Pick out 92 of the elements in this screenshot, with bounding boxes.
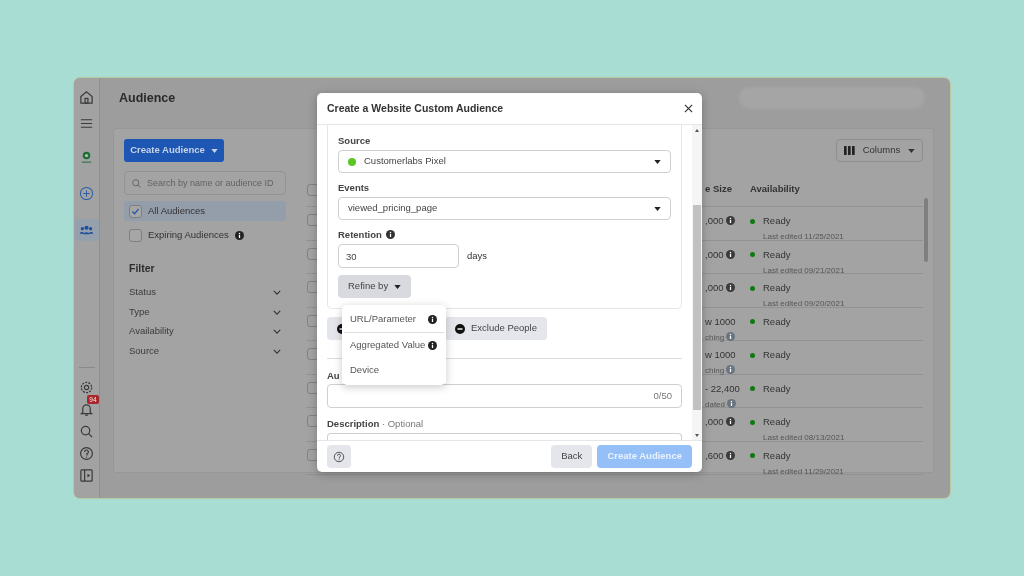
status-dot-icon <box>750 353 755 358</box>
help-icon <box>79 445 94 461</box>
scrollbar[interactable] <box>692 125 702 440</box>
column-header: e Size <box>705 182 733 197</box>
chevron-icon <box>273 290 281 295</box>
caret-icon <box>654 159 661 164</box>
close-icon <box>684 104 693 113</box>
field-label: Retention <box>338 229 382 240</box>
filter-dropdown[interactable]: Availability <box>124 321 286 342</box>
page-title: Audience <box>119 91 176 105</box>
close-button[interactable] <box>684 104 693 113</box>
table-cell: ching <box>705 366 725 376</box>
minus-circle-icon <box>455 323 465 334</box>
last-edited-text: Last edited 08/13/2021 <box>763 432 846 445</box>
table-cell: w 1000 <box>705 315 736 327</box>
help-button[interactable] <box>327 445 351 468</box>
table-cell: w 1000 <box>705 349 736 360</box>
status-dot-icon <box>750 453 755 459</box>
column-header: Availability <box>750 182 801 197</box>
table-cell: ,600 <box>705 449 724 461</box>
search-icon <box>79 423 94 439</box>
last-edited-text: Last edited 09/20/2021 <box>763 298 846 311</box>
menu-item[interactable]: Aggregated Value <box>342 333 446 358</box>
audience-filter-item[interactable]: Expiring Audiences <box>124 225 286 245</box>
columns-icon <box>844 146 855 155</box>
status-text: Ready <box>763 349 791 360</box>
table-cell: ,000 <box>705 215 724 226</box>
filter-dropdown[interactable]: Source <box>124 341 286 361</box>
field-label: Events <box>338 182 371 193</box>
status-text: Ready <box>763 248 791 260</box>
status-dot-icon <box>750 219 755 224</box>
status-dot-icon <box>348 157 356 166</box>
filter-dropdown[interactable]: Type <box>124 302 286 322</box>
status-dot-icon <box>750 386 755 392</box>
status-text: Ready <box>763 282 791 293</box>
refine-button[interactable]: Refine by <box>338 275 412 298</box>
unit-label: days <box>467 248 488 263</box>
chevron-icon <box>273 309 281 315</box>
bell-icon <box>79 401 94 417</box>
status-dot-icon <box>750 319 755 325</box>
home-icon <box>79 89 94 105</box>
status-text: Ready <box>763 449 791 461</box>
table-cell: dated <box>705 399 726 409</box>
caret-icon <box>210 148 218 153</box>
dialog-title: Create a Website Custom Audience <box>327 100 504 116</box>
status-dot-icon <box>750 286 755 291</box>
last-edited-text: Last edited 11/25/2021 <box>763 231 845 244</box>
filter-dropdown[interactable]: Status <box>124 282 286 303</box>
filter-heading: Filter <box>129 261 156 276</box>
menu-item[interactable]: URL/Parameter <box>342 307 446 332</box>
columns-button[interactable]: Columns <box>836 139 923 162</box>
table-cell: ,000 <box>705 248 724 260</box>
search-icon <box>131 178 142 189</box>
field-label: Au <box>327 370 341 381</box>
description-input[interactable] <box>327 433 682 440</box>
back-button[interactable]: Back <box>551 445 593 468</box>
status-text: Ready <box>763 215 791 226</box>
last-edited-text: Last edited 09/21/2021 <box>763 264 846 277</box>
table-cell: ,000 <box>705 282 724 293</box>
settings-icon <box>79 379 94 395</box>
table-cell: - 22,400 <box>705 382 740 394</box>
checkbox[interactable] <box>129 204 142 218</box>
table-cell: ching <box>705 332 725 342</box>
field-label: Source <box>338 135 372 146</box>
caret-icon <box>908 148 915 153</box>
create-audience-button[interactable]: Create Audience <box>124 139 224 162</box>
panel-toggle-icon <box>79 467 94 483</box>
menu-item[interactable]: Device <box>342 358 446 383</box>
chevron-icon <box>273 329 281 334</box>
audience-filter-item[interactable]: All Audiences <box>124 201 286 221</box>
field-label: Description · Optional <box>327 418 425 429</box>
event-select[interactable]: viewed_pricing_page <box>338 197 671 220</box>
character-counter: 0/50 <box>653 388 672 403</box>
caret-icon <box>394 284 402 289</box>
retention-input[interactable]: 30 <box>338 244 459 268</box>
people-button[interactable] <box>74 219 99 241</box>
info-icon <box>385 230 395 239</box>
status-dot-icon <box>750 252 755 258</box>
table-cell: ,000 <box>705 416 724 427</box>
help-icon <box>333 450 345 463</box>
check-icon <box>131 206 140 216</box>
status-text: Ready <box>763 416 791 427</box>
status-text: Ready <box>763 382 791 394</box>
add-icon <box>79 185 94 201</box>
checkbox[interactable] <box>129 228 142 242</box>
scrollbar[interactable] <box>924 198 928 262</box>
caret-icon <box>654 206 661 211</box>
source-select[interactable]: Customerlabs Pixel <box>338 150 671 173</box>
status-dot-icon <box>750 420 755 425</box>
chevron-icon <box>273 348 281 354</box>
exclude-people-button[interactable]: Exclude People <box>445 317 548 340</box>
status-text: Ready <box>763 315 791 327</box>
